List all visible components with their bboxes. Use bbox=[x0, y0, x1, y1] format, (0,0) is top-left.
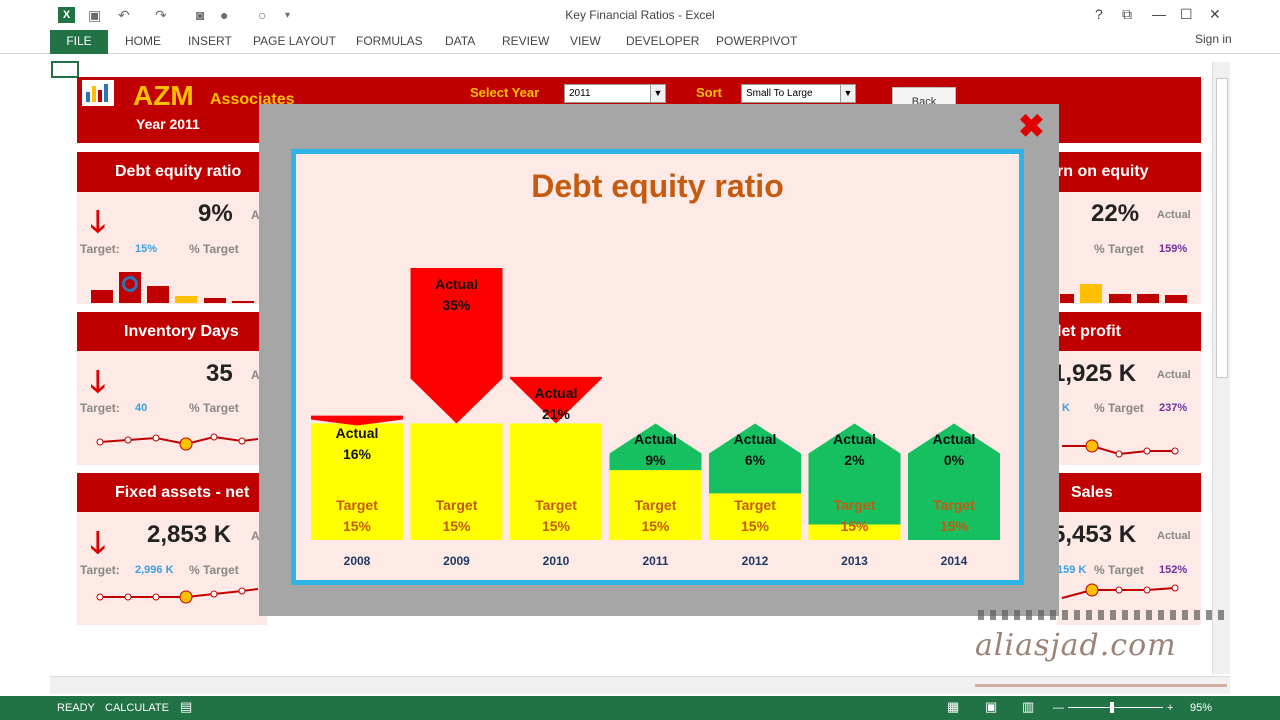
actual-label: Actual bbox=[833, 431, 876, 448]
zoom-slider-handle[interactable] bbox=[1110, 702, 1114, 713]
year-tick-label: 2013 bbox=[841, 554, 868, 568]
normal-view-icon[interactable]: ▦ bbox=[947, 699, 959, 715]
actual-value-label: 6% bbox=[744, 452, 766, 469]
target-value-label: 15% bbox=[541, 518, 571, 534]
year-tick-label: 2014 bbox=[940, 554, 968, 568]
status-ready: READY bbox=[57, 702, 95, 714]
status-calculate[interactable]: CALCULATE bbox=[105, 702, 169, 714]
target-label: Target bbox=[535, 497, 577, 513]
target-value-label: 15% bbox=[840, 518, 869, 534]
year-tick-label: 2012 bbox=[741, 554, 769, 568]
target-label: Target bbox=[435, 497, 478, 513]
actual-label: Actual bbox=[932, 431, 976, 448]
target-value-label: 15% bbox=[442, 518, 471, 534]
year-tick-label: 2011 bbox=[642, 554, 669, 568]
target-label: Target bbox=[734, 497, 776, 513]
actual-label: Actual bbox=[534, 384, 578, 401]
actual-label: Actual bbox=[435, 276, 478, 293]
macro-record-icon[interactable]: ▤ bbox=[180, 699, 192, 715]
actual-label: Actual bbox=[634, 431, 677, 448]
actual-value-label: 16% bbox=[342, 446, 372, 463]
watermark-dots bbox=[978, 610, 1228, 620]
zoom-slider[interactable] bbox=[1068, 707, 1163, 708]
page-break-view-icon[interactable]: ▥ bbox=[1022, 699, 1034, 715]
year-tick-label: 2009 bbox=[443, 554, 470, 568]
target-label: Target bbox=[933, 497, 975, 513]
target-value-label: 15% bbox=[641, 518, 670, 534]
target-value-label: 15% bbox=[939, 518, 969, 534]
target-label: Target bbox=[833, 497, 876, 513]
target-label: Target bbox=[634, 497, 677, 513]
actual-label: Actual bbox=[733, 431, 777, 448]
excel-window: X ▣ ↶ ↷ ◙ ● ○ ▾ Key Financial Ratios - E… bbox=[0, 0, 1280, 720]
zoom-out-button[interactable]: — bbox=[1053, 702, 1064, 714]
year-tick-label: 2010 bbox=[542, 554, 570, 568]
page-layout-view-icon[interactable]: ▣ bbox=[985, 699, 997, 715]
actual-value-label: 2% bbox=[844, 452, 865, 469]
target-value-label: 15% bbox=[342, 518, 372, 534]
watermark-underline bbox=[975, 684, 1227, 687]
actual-value-label: 9% bbox=[645, 452, 666, 469]
actual-label: Actual bbox=[335, 425, 379, 442]
actual-value-label: 35% bbox=[442, 297, 471, 314]
year-tick-label: 2008 bbox=[343, 554, 371, 568]
watermark-text: aliasjad.com bbox=[975, 628, 1177, 663]
actual-value-label: 0% bbox=[943, 452, 965, 469]
zoom-in-button[interactable]: + bbox=[1167, 702, 1173, 714]
zoom-level[interactable]: 95% bbox=[1190, 702, 1212, 714]
actual-value-label: 21% bbox=[541, 405, 571, 422]
target-value-label: 15% bbox=[740, 518, 770, 534]
status-bar: READY CALCULATE ▤ ▦ ▣ ▥ — + 95% bbox=[0, 696, 1280, 720]
target-label: Target bbox=[336, 497, 378, 513]
